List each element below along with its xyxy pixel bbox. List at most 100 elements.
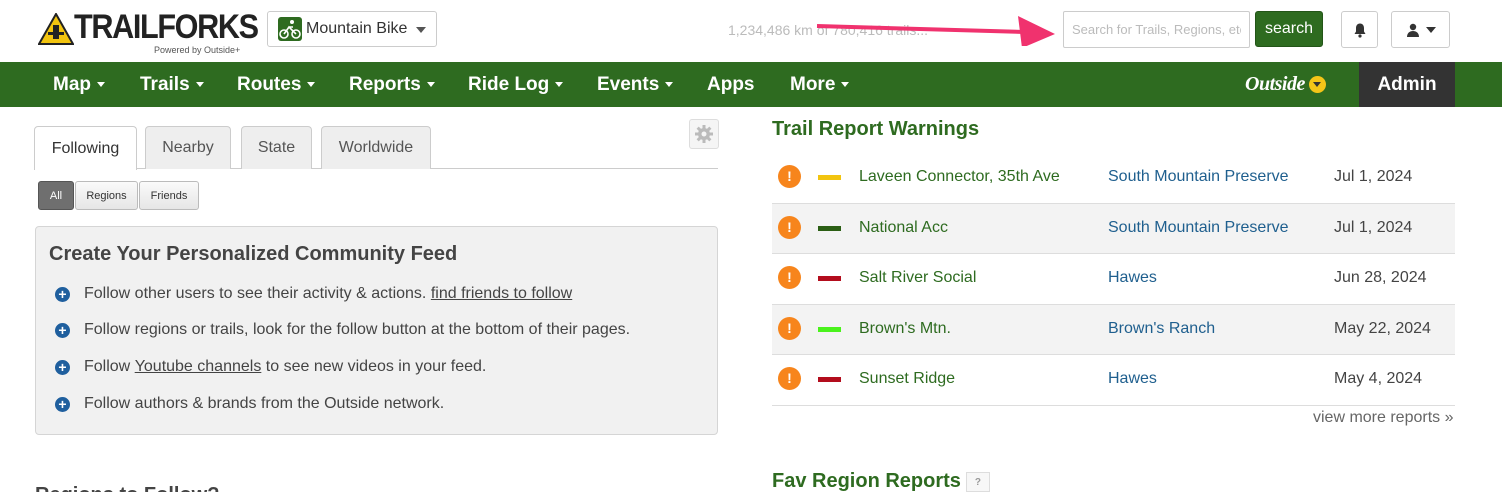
feed-tip: + Follow other users to see their activi… <box>55 285 572 303</box>
bell-icon <box>1354 23 1365 38</box>
dropdown-caret-icon <box>665 82 674 87</box>
table-row: ! Sunset Ridge Hawes May 4, 2024 <box>772 355 1455 406</box>
plus-circle-icon: + <box>55 359 70 375</box>
condition-indicator <box>818 175 841 180</box>
nav-label: Reports <box>349 73 421 95</box>
table-row: ! Salt River Social Hawes Jun 28, 2024 <box>772 254 1455 305</box>
trail-link[interactable]: National Acc <box>859 219 948 237</box>
logo-subtitle: Powered by Outside+ <box>154 45 241 55</box>
filter-friends[interactable]: Friends <box>139 181 199 210</box>
mountain-bike-icon <box>278 17 302 41</box>
feed-tip-text: Follow <box>84 358 131 375</box>
region-link[interactable]: Brown's Ranch <box>1108 320 1215 338</box>
dropdown-caret-icon <box>841 82 850 87</box>
search-input[interactable] <box>1063 11 1250 48</box>
notifications-button[interactable] <box>1341 11 1378 48</box>
trail-link[interactable]: Sunset Ridge <box>859 370 955 388</box>
find-friends-link[interactable]: find friends to follow <box>431 285 572 303</box>
report-date: Jul 1, 2024 <box>1334 168 1413 185</box>
nav-label: Ride Log <box>468 73 550 95</box>
plus-circle-icon: + <box>55 322 70 338</box>
user-icon <box>1406 23 1419 37</box>
sport-selector-value: Mountain Bike <box>306 20 408 37</box>
trail-link[interactable]: Laveen Connector, 35th Ave <box>859 168 1060 186</box>
admin-link[interactable]: Admin <box>1359 62 1455 107</box>
help-icon[interactable]: ? <box>965 471 990 492</box>
gear-icon <box>695 125 713 143</box>
user-menu-button[interactable] <box>1391 11 1450 48</box>
nav-trails[interactable]: Trails <box>140 62 204 107</box>
dropdown-caret-icon <box>555 82 564 87</box>
condition-indicator <box>818 276 841 281</box>
feed-tip-text: Follow regions or trails, look for the f… <box>84 321 631 338</box>
feed-settings-button[interactable] <box>689 119 719 149</box>
community-feed-box: Create Your Personalized Community Feed … <box>35 226 718 435</box>
feed-tip: + Follow authors & brands from the Outsi… <box>55 395 444 413</box>
tab-state[interactable]: State <box>241 126 312 169</box>
table-row: ! National Acc South Mountain Preserve J… <box>772 203 1455 254</box>
feed-box-title: Create Your Personalized Community Feed <box>49 243 458 265</box>
warning-icon: ! <box>778 215 801 239</box>
tab-following[interactable]: Following <box>34 126 137 170</box>
nav-label: Events <box>597 73 660 95</box>
dropdown-caret-icon <box>307 82 316 87</box>
fav-region-reports-title: Fav Region Reports? <box>772 470 990 492</box>
filter-regions[interactable]: Regions <box>75 181 138 210</box>
annotation-arrow-icon <box>816 16 1055 46</box>
chevron-down-icon <box>416 27 426 33</box>
report-date: Jul 1, 2024 <box>1334 218 1413 236</box>
dropdown-caret-icon <box>426 82 435 87</box>
filter-all[interactable]: All <box>38 181 74 210</box>
view-more-reports-link[interactable]: view more reports » <box>1313 409 1454 427</box>
sport-selector[interactable]: Mountain Bike <box>267 11 437 47</box>
nav-reports[interactable]: Reports <box>349 62 435 107</box>
feed-tabs: Following Nearby State Worldwide <box>34 126 718 170</box>
dropdown-caret-icon <box>97 82 105 87</box>
trail-report-warnings-title: Trail Report Warnings <box>772 118 980 140</box>
feed-filter-group: All Regions Friends <box>38 181 200 210</box>
nav-label: Apps <box>707 73 755 95</box>
warning-icon: ! <box>778 367 801 390</box>
nav-more[interactable]: More <box>790 62 850 107</box>
condition-indicator <box>818 225 841 231</box>
region-link[interactable]: Hawes <box>1108 370 1157 388</box>
youtube-channels-link[interactable]: Youtube channels <box>135 358 262 376</box>
report-date: May 4, 2024 <box>1334 370 1423 387</box>
nav-ride-log[interactable]: Ride Log <box>468 62 564 107</box>
region-link[interactable]: South Mountain Preserve <box>1108 219 1289 237</box>
nav-routes[interactable]: Routes <box>237 62 316 107</box>
feed-tip-text: Follow other users to see their activity… <box>84 285 427 302</box>
trail-link[interactable]: Brown's Mtn. <box>859 320 951 338</box>
report-date: Jun 28, 2024 <box>1334 269 1427 286</box>
trailforks-logo[interactable]: TRAILFORKS Powered by Outside+ <box>38 8 259 56</box>
tab-nearby[interactable]: Nearby <box>145 126 231 169</box>
top-bar: TRAILFORKS Powered by Outside+ Mountain … <box>0 0 1502 62</box>
feed-tip-text: to see new videos in your feed. <box>265 358 487 375</box>
trail-report-table: ! Laveen Connector, 35th Ave South Mount… <box>772 153 1455 406</box>
feed-tip: + Follow Youtube channels to see new vid… <box>55 358 486 376</box>
feed-tip-text: Follow authors & brands from the Outside… <box>84 395 445 412</box>
nav-label: Map <box>53 73 91 95</box>
warning-icon: ! <box>778 165 801 188</box>
main-nav: Map Trails Routes Reports Ride Log Event… <box>0 62 1502 107</box>
logo-text: TRAILFORKS <box>74 8 259 46</box>
nav-apps[interactable]: Apps <box>707 62 755 107</box>
table-row: ! Laveen Connector, 35th Ave South Mount… <box>772 153 1455 204</box>
condition-indicator <box>818 377 841 382</box>
trail-link[interactable]: Salt River Social <box>859 269 976 287</box>
nav-label: Routes <box>237 73 302 95</box>
region-link[interactable]: South Mountain Preserve <box>1108 168 1289 186</box>
outside-brand-menu[interactable]: Outside <box>1245 62 1326 107</box>
nav-label: Trails <box>140 73 190 95</box>
region-link[interactable]: Hawes <box>1108 269 1157 287</box>
chevron-down-icon <box>1308 76 1326 93</box>
warning-icon: ! <box>778 316 801 340</box>
nav-map[interactable]: Map <box>53 62 105 107</box>
outside-brand-label: Outside <box>1245 73 1305 95</box>
nav-events[interactable]: Events <box>597 62 674 107</box>
chevron-down-icon <box>1425 26 1436 33</box>
tab-worldwide[interactable]: Worldwide <box>321 126 431 169</box>
plus-circle-icon: + <box>55 286 70 302</box>
plus-circle-icon: + <box>55 396 70 412</box>
search-button[interactable]: search <box>1255 11 1323 47</box>
